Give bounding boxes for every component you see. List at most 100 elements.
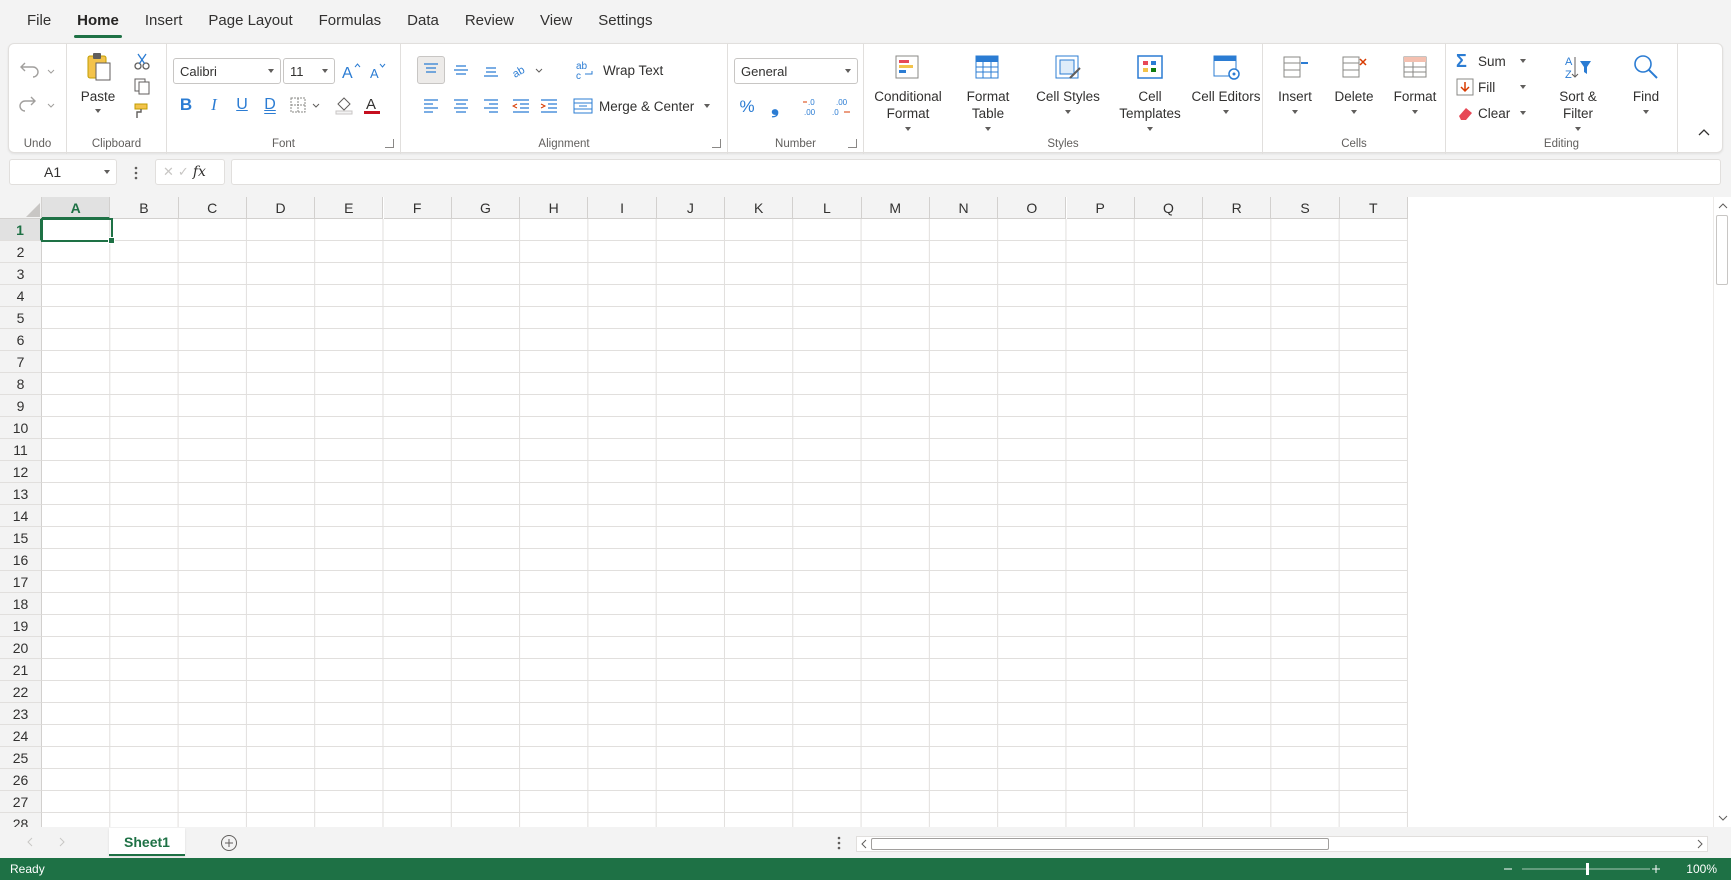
redo-button[interactable]	[15, 92, 59, 116]
menu-page-layout[interactable]: Page Layout	[195, 0, 305, 42]
font-color-button[interactable]: A	[359, 92, 385, 118]
percent-style-button[interactable]: %	[734, 94, 760, 120]
row-header[interactable]: 2	[0, 241, 42, 263]
horizontal-scrollbar[interactable]	[856, 836, 1708, 852]
row-header[interactable]: 24	[0, 725, 42, 747]
column-header[interactable]: R	[1203, 197, 1272, 219]
column-header[interactable]: S	[1271, 197, 1340, 219]
clear-button[interactable]: Clear	[1456, 102, 1527, 124]
align-right-button[interactable]	[477, 92, 505, 120]
menu-view[interactable]: View	[527, 0, 585, 42]
orientation-button[interactable]: ab	[509, 56, 549, 84]
row-header[interactable]: 26	[0, 769, 42, 791]
scroll-right-icon[interactable]	[1694, 837, 1706, 851]
row-header[interactable]: 13	[0, 483, 42, 505]
decrease-font-button[interactable]: A	[365, 58, 389, 84]
horizontal-scroll-thumb[interactable]	[871, 838, 1329, 850]
autosum-button[interactable]: Σ Sum	[1456, 50, 1526, 72]
borders-button[interactable]	[287, 92, 327, 118]
number-format-dropdown[interactable]: General	[734, 58, 858, 84]
underline-button[interactable]: U	[229, 92, 255, 118]
row-header[interactable]: 21	[0, 659, 42, 681]
row-header[interactable]: 27	[0, 791, 42, 813]
row-header[interactable]: 14	[0, 505, 42, 527]
zoom-slider[interactable]	[1500, 858, 1660, 880]
alignment-dialog-launcher[interactable]	[712, 139, 721, 148]
align-top-button[interactable]	[417, 56, 445, 84]
column-header[interactable]: Q	[1134, 197, 1204, 219]
bold-button[interactable]: B	[173, 92, 199, 118]
column-header[interactable]: A	[42, 197, 111, 219]
row-header[interactable]: 15	[0, 527, 42, 549]
scroll-up-icon[interactable]	[1714, 199, 1731, 213]
scroll-down-icon[interactable]	[1714, 811, 1731, 825]
menu-formulas[interactable]: Formulas	[306, 0, 395, 42]
align-left-button[interactable]	[417, 92, 445, 120]
menu-settings[interactable]: Settings	[585, 0, 665, 42]
decrease-decimal-button[interactable]: .00.0	[828, 94, 854, 120]
copy-button[interactable]	[129, 75, 155, 97]
format-painter-button[interactable]	[129, 100, 155, 122]
column-header[interactable]: M	[861, 197, 930, 219]
increase-decimal-button[interactable]: .0.00	[800, 94, 826, 120]
cell-editors-button[interactable]: Cell Editors	[1190, 50, 1262, 114]
collapse-ribbon-button[interactable]	[1693, 122, 1715, 142]
check-icon[interactable]: ✓	[178, 164, 189, 180]
column-header[interactable]: B	[110, 197, 179, 219]
row-header[interactable]: 11	[0, 439, 42, 461]
name-box[interactable]: A1	[9, 159, 117, 185]
vertical-scroll-thumb[interactable]	[1716, 215, 1728, 285]
row-header[interactable]: 19	[0, 615, 42, 637]
add-sheet-icon[interactable]	[219, 833, 239, 853]
row-header[interactable]: 4	[0, 285, 42, 307]
column-header[interactable]: L	[793, 197, 862, 219]
column-header[interactable]: P	[1066, 197, 1135, 219]
active-cell[interactable]	[41, 218, 115, 244]
row-header[interactable]: 1	[0, 219, 42, 241]
font-dialog-launcher[interactable]	[385, 139, 394, 148]
increase-font-button[interactable]: A	[339, 58, 363, 84]
menu-review[interactable]: Review	[452, 0, 527, 42]
row-header[interactable]: 20	[0, 637, 42, 659]
align-middle-button[interactable]	[447, 56, 475, 84]
column-header[interactable]: G	[451, 197, 521, 219]
row-header[interactable]: 16	[0, 549, 42, 571]
paste-button[interactable]: Paste	[73, 50, 123, 113]
cut-button[interactable]	[129, 50, 155, 72]
row-header[interactable]: 22	[0, 681, 42, 703]
align-bottom-button[interactable]	[477, 56, 505, 84]
sort-filter-button[interactable]: AZ Sort & Filter	[1546, 50, 1610, 131]
zoom-level[interactable]: 100%	[1686, 858, 1717, 880]
italic-button[interactable]: I	[201, 92, 227, 118]
row-header[interactable]: 17	[0, 571, 42, 593]
column-header[interactable]: I	[588, 197, 657, 219]
find-button[interactable]: Find	[1622, 50, 1670, 114]
column-header[interactable]: E	[315, 197, 384, 219]
column-header[interactable]: C	[178, 197, 247, 219]
column-header[interactable]: J	[656, 197, 725, 219]
row-header[interactable]: 12	[0, 461, 42, 483]
row-header[interactable]: 18	[0, 593, 42, 615]
scroll-left-icon[interactable]	[858, 837, 870, 851]
row-header[interactable]: 28	[0, 813, 42, 827]
insert-cells-button[interactable]: Insert	[1269, 50, 1321, 114]
cell-templates-button[interactable]: Cell Templates	[1114, 50, 1186, 131]
select-all-corner[interactable]	[0, 197, 42, 219]
wrap-text-button[interactable]: ab c Wrap Text	[575, 58, 663, 82]
more-options-icon[interactable]	[132, 164, 140, 182]
font-name-dropdown[interactable]: Calibri	[173, 58, 281, 84]
format-table-button[interactable]: Format Table	[958, 50, 1018, 131]
row-header[interactable]: 25	[0, 747, 42, 769]
merge-center-button[interactable]: Merge & Center	[573, 94, 711, 118]
increase-indent-button[interactable]	[535, 92, 563, 120]
cell-styles-button[interactable]: Cell Styles	[1030, 50, 1106, 114]
row-header[interactable]: 5	[0, 307, 42, 329]
vertical-scrollbar[interactable]	[1713, 197, 1731, 827]
comma-style-button[interactable]: ❟	[762, 94, 788, 120]
number-dialog-launcher[interactable]	[848, 139, 857, 148]
row-header[interactable]: 8	[0, 373, 42, 395]
column-header[interactable]: D	[246, 197, 316, 219]
row-header[interactable]: 7	[0, 351, 42, 373]
menu-home[interactable]: Home	[64, 0, 132, 42]
row-header[interactable]: 6	[0, 329, 42, 351]
